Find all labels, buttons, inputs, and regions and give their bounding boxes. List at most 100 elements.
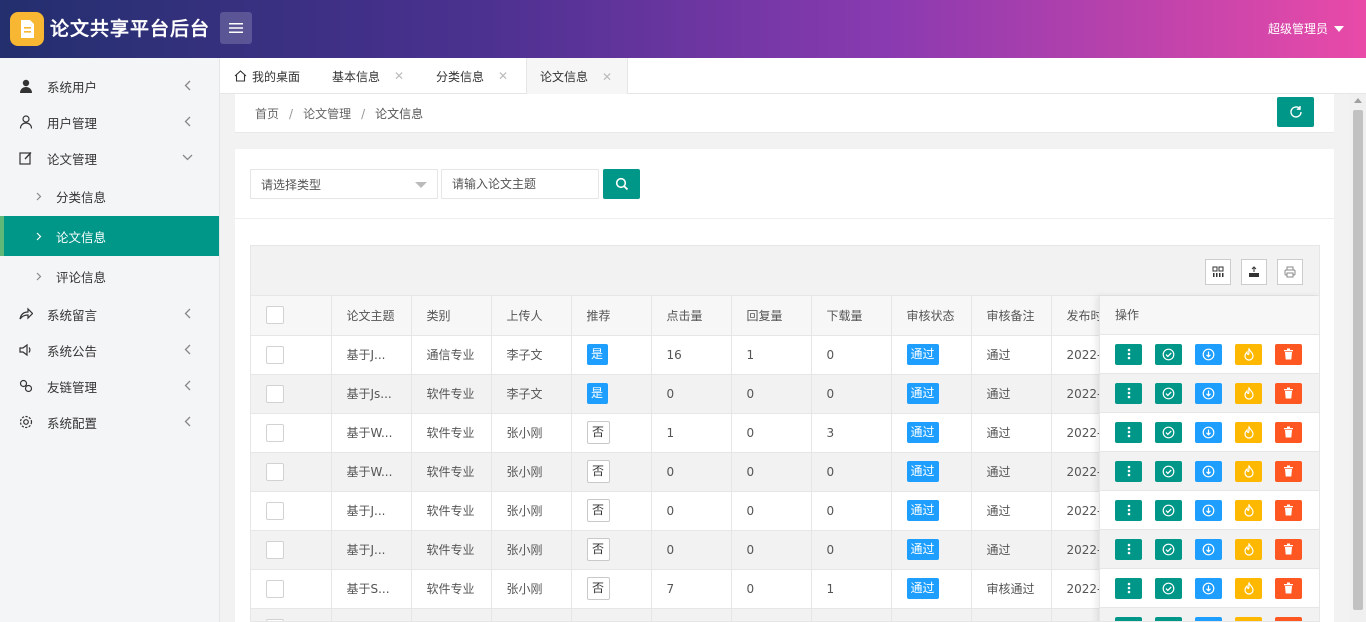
more-button[interactable] [1115, 577, 1142, 599]
sidebar-subitem-categories[interactable]: 分类信息 [0, 176, 219, 216]
sidebar-item-announcements[interactable]: 系统公告 [0, 332, 219, 368]
download-button[interactable] [1195, 577, 1222, 599]
delete-button[interactable] [1275, 499, 1302, 521]
download-button[interactable] [1195, 616, 1222, 621]
download-button[interactable] [1195, 343, 1222, 365]
column-header[interactable]: 论文主题 [331, 296, 412, 336]
approve-button[interactable] [1155, 616, 1182, 621]
recommend-badge[interactable]: 否 [586, 499, 610, 522]
row-checkbox[interactable] [266, 462, 284, 481]
column-header[interactable]: 上传人 [491, 296, 572, 336]
column-header[interactable]: 下载量 [811, 296, 892, 336]
download-button[interactable] [1195, 421, 1222, 443]
column-header[interactable]: 审核备注 [971, 296, 1052, 336]
row-checkbox[interactable] [266, 540, 284, 559]
row-checkbox[interactable] [266, 423, 284, 442]
recommend-button[interactable] [1235, 538, 1262, 560]
column-header[interactable]: 回复量 [731, 296, 812, 336]
download-button[interactable] [1195, 499, 1222, 521]
download-button[interactable] [1195, 382, 1222, 404]
sidebar-item-system-users[interactable]: 系统用户 [0, 68, 219, 104]
sidebar-item-user-management[interactable]: 用户管理 [0, 104, 219, 140]
more-button[interactable] [1115, 382, 1142, 404]
recommend-button[interactable] [1235, 616, 1262, 621]
recommend-badge[interactable]: 否 [586, 577, 610, 600]
sidebar-item-messages[interactable]: 系统留言 [0, 296, 219, 332]
row-select-cell [251, 452, 332, 492]
column-header[interactable]: 审核状态 [891, 296, 972, 336]
sidebar-item-links[interactable]: 友链管理 [0, 368, 219, 404]
approve-button[interactable] [1155, 460, 1182, 482]
more-button[interactable] [1115, 616, 1142, 621]
more-button[interactable] [1115, 538, 1142, 560]
user-menu[interactable]: 超级管理员 [1268, 20, 1344, 37]
scroll-up-icon[interactable] [1354, 98, 1362, 103]
type-select[interactable]: 请选择类型 [250, 169, 438, 199]
column-header[interactable]: 类别 [411, 296, 492, 336]
chevron-left-icon [184, 308, 191, 319]
sidebar-subitem-comments[interactable]: 评论信息 [0, 256, 219, 296]
tab-home[interactable]: 我的桌面 [234, 58, 300, 94]
tab-papers[interactable]: 论文信息 ✕ [526, 58, 628, 95]
delete-button[interactable] [1275, 616, 1302, 621]
approve-button[interactable] [1155, 382, 1182, 404]
column-header[interactable]: 推荐 [571, 296, 652, 336]
menu-toggle-button[interactable] [220, 12, 252, 44]
approve-button[interactable] [1155, 343, 1182, 365]
recommend-badge[interactable]: 否 [586, 421, 610, 444]
download-button[interactable] [1195, 460, 1222, 482]
recommend-button[interactable] [1235, 499, 1262, 521]
row-checkbox[interactable] [266, 501, 284, 520]
tab-basic-info[interactable]: 基本信息 ✕ [332, 58, 404, 94]
delete-button[interactable] [1275, 421, 1302, 443]
recommend-button[interactable] [1235, 421, 1262, 443]
delete-button[interactable] [1275, 460, 1302, 482]
row-checkbox[interactable] [266, 384, 284, 403]
cell-category: 通信专业 [411, 335, 492, 375]
row-checkbox[interactable] [266, 579, 284, 598]
recommend-badge[interactable]: 是 [586, 344, 608, 365]
recommend-badge[interactable]: 否 [586, 538, 610, 561]
breadcrumb-paper-management[interactable]: 论文管理 [303, 107, 351, 121]
sidebar-item-settings[interactable]: 系统配置 [0, 404, 219, 440]
export-button[interactable] [1241, 259, 1267, 285]
select-all-checkbox[interactable] [266, 306, 284, 325]
more-button[interactable] [1115, 460, 1142, 482]
tab-categories[interactable]: 分类信息 ✕ [436, 58, 508, 94]
column-header[interactable]: 点击量 [651, 296, 732, 336]
recommend-button[interactable] [1235, 343, 1262, 365]
recommend-button[interactable] [1235, 382, 1262, 404]
search-button[interactable] [603, 169, 640, 199]
scrollbar-thumb[interactable] [1353, 110, 1363, 610]
close-icon[interactable]: ✕ [394, 69, 404, 83]
delete-button[interactable] [1275, 343, 1302, 365]
close-icon[interactable]: ✕ [602, 70, 612, 84]
more-button[interactable] [1115, 499, 1142, 521]
recommend-badge[interactable]: 否 [586, 460, 610, 483]
sidebar-subitem-papers[interactable]: 论文信息 [0, 216, 219, 256]
more-button[interactable] [1115, 343, 1142, 365]
approve-button[interactable] [1155, 577, 1182, 599]
columns-filter-button[interactable] [1205, 259, 1231, 285]
approve-button[interactable] [1155, 538, 1182, 560]
recommend-button[interactable] [1235, 460, 1262, 482]
delete-button[interactable] [1275, 382, 1302, 404]
recommend-button[interactable] [1235, 577, 1262, 599]
delete-button[interactable] [1275, 577, 1302, 599]
print-button[interactable] [1277, 259, 1303, 285]
sidebar-item-paper-management[interactable]: 论文管理 [0, 140, 219, 176]
page-scrollbar[interactable] [1350, 94, 1366, 622]
recommend-badge[interactable]: 是 [586, 383, 608, 404]
breadcrumb-home[interactable]: 首页 [255, 107, 279, 121]
delete-button[interactable] [1275, 538, 1302, 560]
more-button[interactable] [1115, 421, 1142, 443]
row-checkbox[interactable] [266, 618, 284, 621]
approve-button[interactable] [1155, 421, 1182, 443]
paper-topic-input[interactable] [441, 169, 599, 199]
close-icon[interactable]: ✕ [498, 69, 508, 83]
approve-button[interactable] [1155, 499, 1182, 521]
row-checkbox[interactable] [266, 345, 284, 364]
download-button[interactable] [1195, 538, 1222, 560]
refresh-button[interactable] [1277, 97, 1314, 127]
cell-empty [491, 608, 572, 621]
